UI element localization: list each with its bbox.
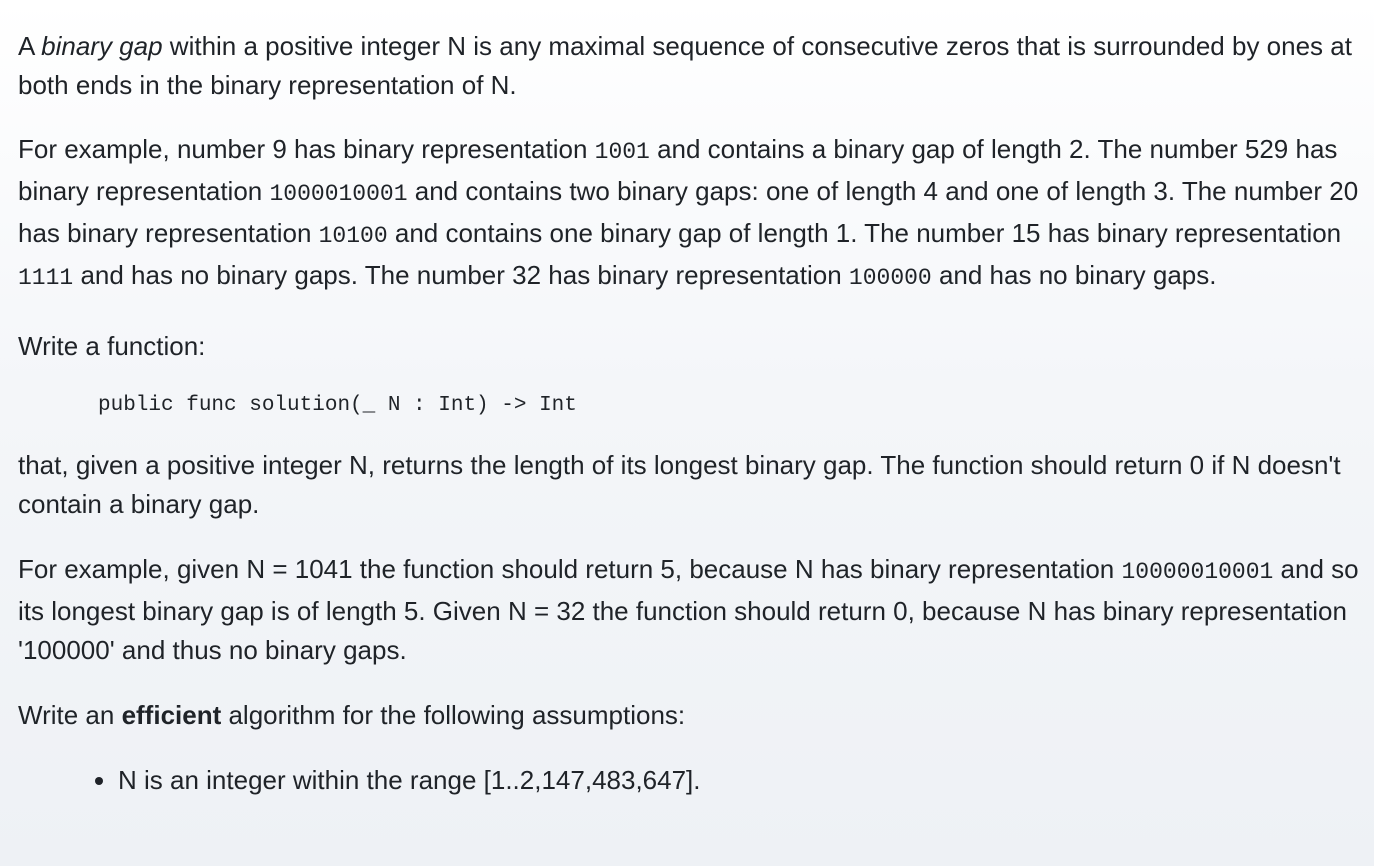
assumptions-list: N is an integer within the range [1..2,1… <box>18 761 1368 800</box>
binary-10100: 10100 <box>318 223 388 249</box>
binary-1111: 1111 <box>18 265 74 291</box>
assumption-item: N is an integer within the range [1..2,1… <box>118 761 1368 800</box>
intro-text-continued: within a positive integer N is any maxim… <box>18 31 1352 100</box>
efficient-text: Write an <box>18 700 122 730</box>
intro-paragraph: A binary gap within a positive integer N… <box>18 27 1368 105</box>
returns-paragraph: that, given a positive integer N, return… <box>18 450 1341 519</box>
examples-text: and has no binary gaps. The number 32 ha… <box>73 260 849 290</box>
binary-1001: 1001 <box>594 139 650 165</box>
efficient-bold: efficient <box>121 700 222 730</box>
function-signature: public func solution(_ N : Int) -> Int <box>98 394 577 417</box>
examples-text: and has no binary gaps. <box>931 260 1217 290</box>
examples-paragraph: For example, number 9 has binary represe… <box>18 130 1368 298</box>
binary-1000010001: 1000010001 <box>269 181 408 207</box>
examples-text: and contains one binary gap of length 1.… <box>387 218 1342 248</box>
binary-10000010001: 10000010001 <box>1121 559 1274 585</box>
examples-text: For example, number 9 has binary represe… <box>18 134 595 164</box>
term-binary-gap: binary gap <box>41 31 163 61</box>
efficient-paragraph: Write an efficient algorithm for the fol… <box>18 696 1368 735</box>
binary-100000: 100000 <box>848 265 932 291</box>
example2-paragraph: For example, given N = 1041 the function… <box>18 550 1368 670</box>
efficient-text: algorithm for the following assumptions: <box>221 700 686 730</box>
write-function-heading: Write a function: <box>18 331 206 361</box>
intro-text: A <box>18 31 42 61</box>
task-description: A binary gap within a positive integer N… <box>18 27 1368 800</box>
example2-text: For example, given N = 1041 the function… <box>18 554 1122 584</box>
